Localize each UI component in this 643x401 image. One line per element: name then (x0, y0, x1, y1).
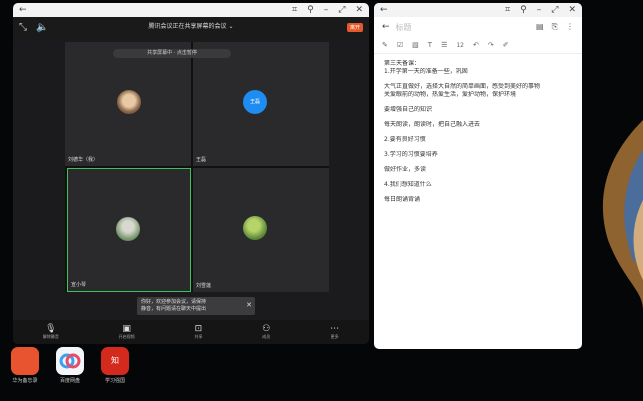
video-grid: 刘德华（我） 王磊 王磊 宣小琴 刘雪莲 (65, 42, 329, 292)
participant-name: 王磊 (196, 157, 207, 163)
font-size-select[interactable]: 12 (456, 42, 464, 49)
more-icon[interactable]: ⋮ (566, 22, 574, 32)
participant-tile[interactable]: 刘德华（我） (65, 42, 191, 166)
more-icon: ⋯ (330, 324, 340, 334)
participant-name: 刘雪莲 (196, 283, 212, 289)
video-button[interactable]: ▣ 开启视频 (119, 324, 135, 340)
note-line: 2.要有良好习惯 (384, 136, 426, 143)
pin-icon[interactable]: ⚲ (520, 3, 527, 17)
maximize-icon[interactable]: ⤢ (551, 3, 558, 17)
minimize-icon[interactable]: – (324, 3, 329, 17)
screenshot-icon[interactable]: ⌗ (292, 3, 297, 17)
note-line: 要增强自己的知识 (384, 106, 433, 113)
cloud-app-icon (56, 347, 84, 375)
image-icon[interactable]: ▧ (412, 41, 419, 49)
dock-app-cloud[interactable]: 百度网盘 (55, 347, 85, 384)
note-line: 做好作业，多读 (384, 166, 427, 173)
minimize-icon[interactable]: – (537, 3, 542, 17)
desktop-wallpaper (573, 0, 643, 401)
redo-icon[interactable]: ↷ (488, 41, 494, 49)
note-line: 1.开学第一天的准备一些，巩固 (384, 68, 468, 75)
close-icon[interactable]: ✕ (355, 3, 363, 17)
note-body[interactable]: 第三天备课： 1.开学第一天的准备一些，巩固 大气正直做好，选择大自然的简单画面… (374, 54, 582, 210)
back-icon[interactable]: ← (382, 20, 390, 34)
back-arrow-icon[interactable]: ← (19, 3, 27, 17)
note-line: 大气正直做好，选择大自然的简单画面，感受到美好的事物 (384, 83, 541, 90)
avatar (243, 216, 267, 240)
close-icon[interactable]: ✕ (568, 3, 576, 17)
note-line: 每日朗诵背诵 (384, 196, 421, 203)
participant-tile-active-speaker[interactable]: 宣小琴 (67, 168, 191, 292)
notes-app-icon (11, 347, 39, 375)
participant-tile[interactable]: 王磊 王磊 (193, 42, 329, 166)
meeting-topbar: ⤡ 🔈 腾讯会议正在共享屏幕的会议 ⌄ 离开 (13, 17, 369, 41)
dock-app-notes[interactable]: 华为备忘录 (10, 347, 40, 384)
checkbox-icon[interactable]: ☑ (397, 41, 403, 49)
note-line: 4.我们想知道什么 (384, 181, 432, 188)
notes-header: ← 标题 ▤ ⎘ ⋮ (374, 17, 582, 37)
share-status-pill[interactable]: 共享屏幕中 · 点击暂停 (113, 49, 231, 58)
list-icon[interactable]: ☰ (441, 41, 447, 49)
pin-icon[interactable]: ⚲ (307, 3, 314, 17)
participant-tile[interactable]: 刘雪莲 (193, 168, 329, 292)
format-toolbar: ✎ ☑ ▧ T ☰ 12 ↶ ↷ ✐ (374, 37, 582, 54)
screenshot-icon[interactable]: ⌗ (505, 3, 510, 17)
chat-toast[interactable]: 你好，欢迎参加会议，请保持 静音，有问题请在聊天中提出 ✕ (137, 297, 255, 315)
mic-icon: 🎙 (45, 324, 57, 334)
avatar: 王磊 (243, 90, 267, 114)
video-icon: ▣ (122, 324, 131, 334)
text-style-icon[interactable]: T (428, 41, 432, 49)
note-line: 每天朗读，朗读时，把自己融入进去 (384, 121, 481, 128)
participant-name: 宣小琴 (71, 282, 87, 288)
app-dock: 华为备忘录 百度网盘 知 学习强国 (10, 347, 130, 384)
notes-window-titlebar: ← ⌗ ⚲ – ⤢ ✕ (374, 3, 582, 17)
note-line: 3.学习的习惯要培养 (384, 151, 438, 158)
brush-icon[interactable]: ✐ (503, 41, 509, 49)
leave-button[interactable]: 离开 (346, 23, 363, 32)
mute-button[interactable]: 🎙 解除静音 (43, 324, 59, 340)
note-line: 关爱眼前的动物，热爱生活，爱护动物，保护环境 (384, 91, 517, 98)
dock-app-news[interactable]: 知 学习强国 (100, 347, 130, 384)
maximize-icon[interactable]: ⤢ (338, 3, 345, 17)
handwrite-icon[interactable]: ✎ (382, 41, 388, 49)
share-button[interactable]: ⊡ 共享 (194, 324, 202, 340)
meeting-window: ← ⌗ ⚲ – ⤢ ✕ ⤡ 🔈 腾讯会议正在共享屏幕的会议 ⌄ 离开 刘德华（我… (13, 3, 369, 344)
attach-icon[interactable]: ⎘ (552, 22, 558, 32)
avatar (116, 217, 140, 241)
members-button[interactable]: ⚇ 成员 (262, 324, 270, 340)
avatar (117, 90, 141, 114)
back-arrow-icon[interactable]: ← (380, 3, 388, 17)
note-title-input[interactable]: 标题 (396, 22, 412, 33)
news-app-icon: 知 (101, 347, 129, 375)
meeting-controls: 🎙 解除静音 ▣ 开启视频 ⊡ 共享 ⚇ 成员 ⋯ 更多 (13, 320, 369, 344)
meeting-title[interactable]: 腾讯会议正在共享屏幕的会议 ⌄ (13, 21, 369, 31)
share-icon: ⊡ (194, 324, 203, 334)
close-toast-icon[interactable]: ✕ (246, 301, 252, 309)
save-icon[interactable]: ▤ (536, 22, 544, 32)
meeting-window-titlebar: ← ⌗ ⚲ – ⤢ ✕ (13, 3, 369, 17)
members-icon: ⚇ (262, 324, 271, 334)
note-line: 第三天备课： (384, 60, 421, 67)
undo-icon[interactable]: ↶ (473, 41, 479, 49)
toast-line: 你好，欢迎参加会议，请保持 (141, 299, 207, 305)
notes-window: ← ⌗ ⚲ – ⤢ ✕ ← 标题 ▤ ⎘ ⋮ ✎ ☑ ▧ T ☰ 12 ↶ ↷ … (374, 3, 582, 349)
toast-line: 静音，有问题请在聊天中提出 (141, 306, 207, 312)
participant-name: 刘德华（我） (68, 157, 99, 163)
more-button[interactable]: ⋯ 更多 (330, 324, 339, 340)
